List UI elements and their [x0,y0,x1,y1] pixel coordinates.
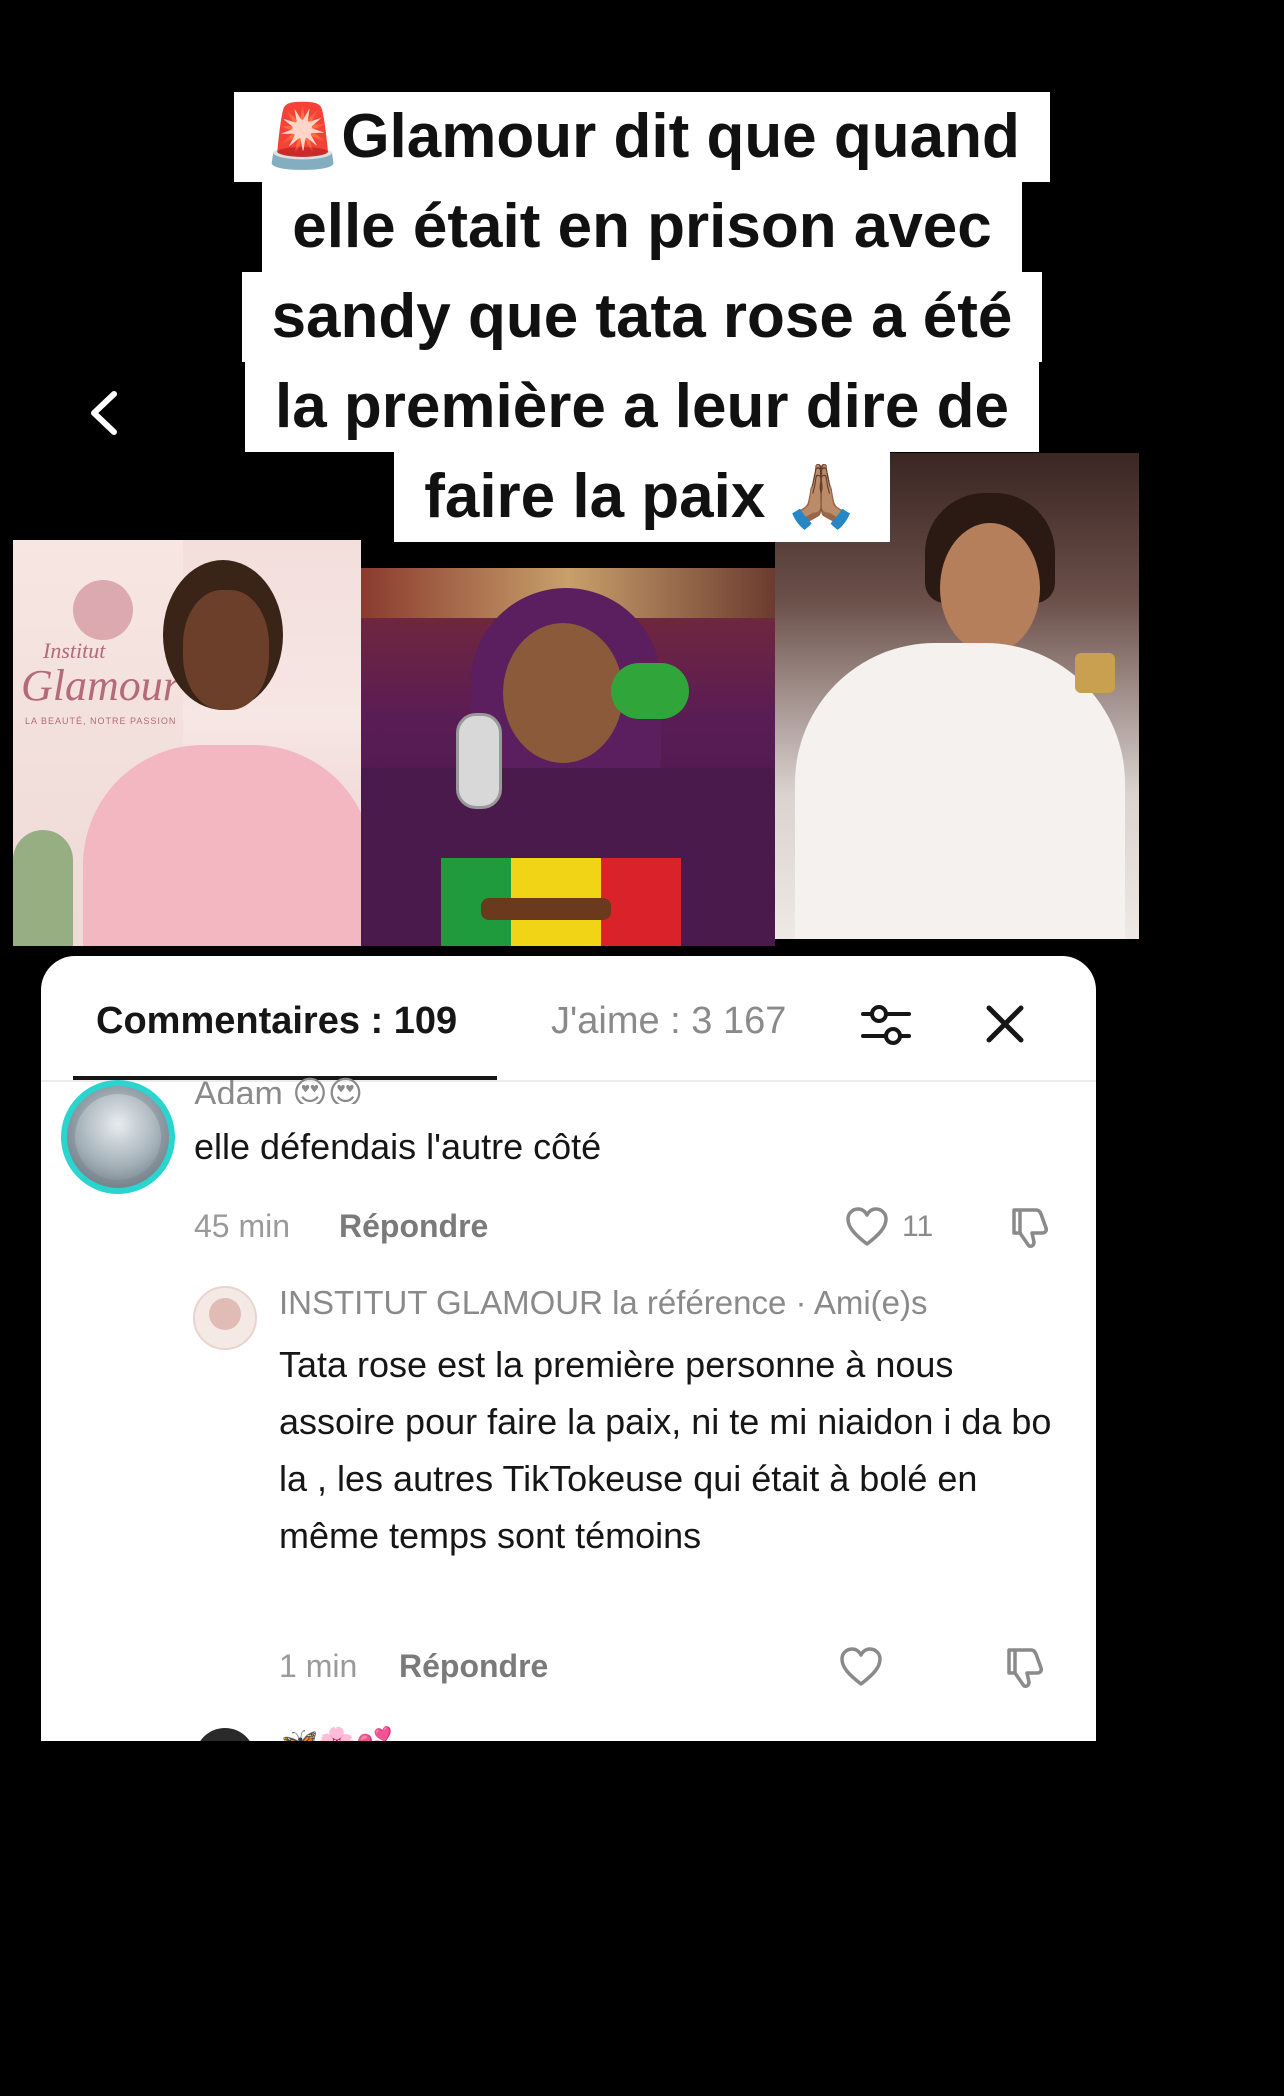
next-comment-author: 🦋🌸💕 [281,1726,393,1741]
tab-comments[interactable]: Commentaires : 109 [96,1000,457,1043]
comment-author[interactable]: Adam 😍😍 [194,1074,363,1104]
heart-icon[interactable] [844,1206,890,1248]
dislike-icon[interactable] [1006,1204,1052,1250]
caption-line-4: la première a leur dire de [244,362,1039,452]
avatar-next-comment[interactable] [195,1728,255,1741]
reply-button[interactable]: Répondre [339,1208,488,1245]
comment-time: 1 min [279,1648,358,1684]
photo-institut-glamour: Institut Glamour LA BEAUTÉ, NOTRE PASSIO… [13,540,361,946]
like-count: 11 [902,1210,934,1243]
caption-line-5: faire la paix 🙏🏽 [394,452,890,542]
praying-hands-icon: 🙏🏽 [782,462,860,531]
brand-tagline: LA BEAUTÉ, NOTRE PASSION [25,716,177,726]
filter-sliders-icon[interactable] [857,996,915,1054]
comment-author[interactable]: INSTITUT GLAMOUR la référence · Ami(e)s [279,1284,928,1322]
avatar-institut-glamour[interactable] [193,1286,257,1350]
heart-icon[interactable] [838,1646,884,1688]
comment-text: elle défendais l'autre côté [194,1126,602,1167]
comment-text: Tata rose est la première personne à nou… [279,1344,1052,1556]
alert-siren-icon: 🚨 [264,102,342,171]
close-icon[interactable] [977,996,1033,1052]
comments-panel: Commentaires : 109 J'aime : 3 167 Adam 😍… [41,956,1096,1741]
tab-likes[interactable]: J'aime : 3 167 [551,1000,786,1043]
brand-glamour: Glamour [21,661,180,710]
caption-line-2: elle était en prison avec [262,182,1022,272]
caption-line-3: sandy que tata rose a été [241,272,1043,362]
photo-tata-rose [361,568,775,946]
comments-tabs: Commentaires : 109 J'aime : 3 167 [41,956,1096,1081]
comment-time: 45 min [194,1208,291,1244]
reply-button[interactable]: Répondre [399,1648,548,1685]
dislike-icon[interactable] [1001,1644,1047,1690]
caption-overlay: 🚨Glamour dit que quand elle était en pri… [0,92,1284,542]
avatar-adam[interactable] [61,1080,175,1194]
caption-line-1: 🚨Glamour dit que quand [234,92,1050,182]
